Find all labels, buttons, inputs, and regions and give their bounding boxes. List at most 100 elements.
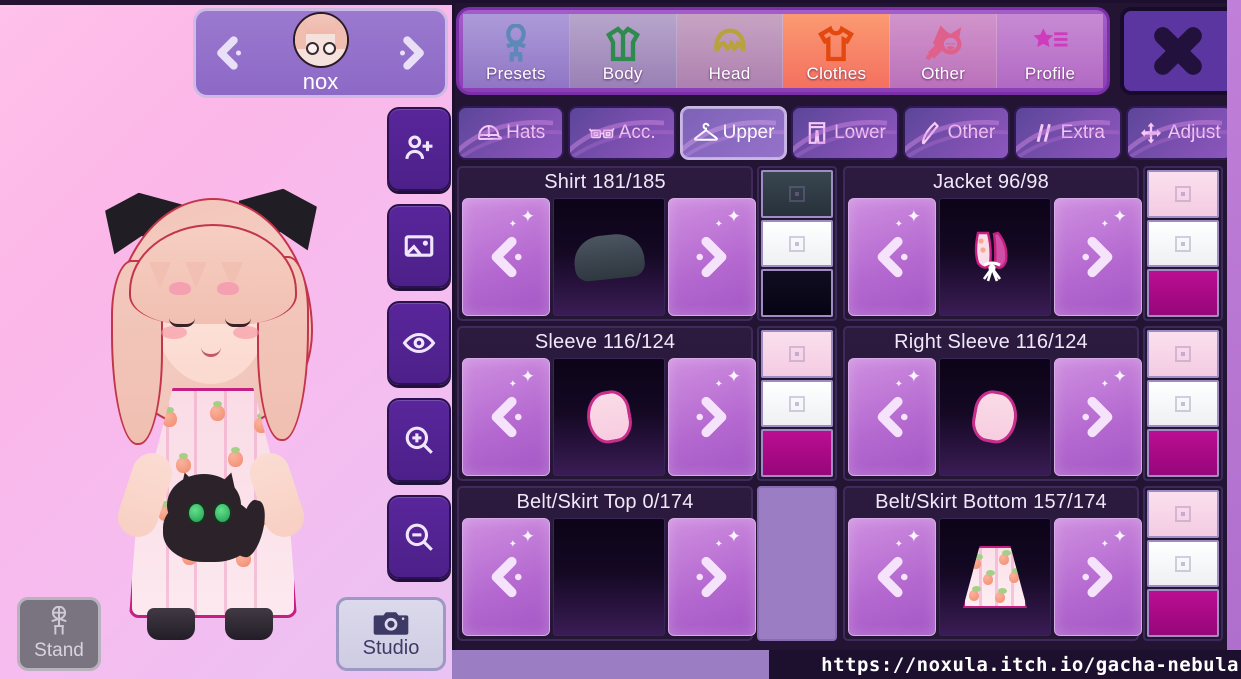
next-item-button[interactable]: ✦ ✦ [1054,198,1142,316]
arc-decoration [459,120,563,158]
stand-button[interactable]: Stand [17,597,101,671]
right-arrow-icon [1082,236,1113,278]
item-slot-row: ✦ ✦ ✦ ✦ [848,198,1142,316]
tab-other[interactable]: Other [890,14,998,88]
color-swatch[interactable] [761,219,833,268]
next-item-button[interactable]: ✦ ✦ [1054,518,1142,636]
color-swatch[interactable] [1147,379,1219,428]
tab-body[interactable]: Body [569,14,677,88]
sword-cat-icon [925,25,962,61]
tab-profile[interactable]: Profile [997,14,1103,88]
item-slot-sleeve: Sleeve 116/124 ✦ ✦ ✦ ✦ [457,326,839,481]
arc-decoration [793,120,897,158]
shoe-right [225,608,273,640]
main-tab-bar: Presets Body Head Clothes Other Profile [456,7,1110,95]
right-arrow-icon [1082,396,1113,438]
character-sprite[interactable] [85,170,345,670]
item-preview[interactable] [939,518,1051,636]
blush [161,326,187,339]
next-item-button[interactable]: ✦ ✦ [668,518,756,636]
subtab-adjust[interactable]: Adjust [1125,106,1233,160]
sub-tab-bar: Hats Acc. Upper Lower Other Extra Adjust [457,106,1233,160]
item-slot-row: ✦ ✦ ✦ ✦ [462,198,756,316]
mannequin-icon [51,606,67,635]
tab-presets-label: Presets [486,64,546,83]
color-swatch[interactable] [1147,269,1219,318]
jacket-art [974,231,1008,282]
prev-item-button[interactable]: ✦ ✦ [848,198,936,316]
color-swatch-column [1143,166,1223,321]
subtab-upper[interactable]: Upper [679,106,788,160]
item-title: Belt/Skirt Top 0/174 [516,491,694,513]
item-title: Shirt 181/185 [544,171,666,193]
item-preview-empty[interactable] [553,518,665,636]
hair-icon [713,28,746,52]
color-swatch[interactable] [1147,170,1219,218]
tab-head-label: Head [708,64,751,83]
item-grid: Shirt 181/185 ✦ ✦ ✦ ✦ Jacket 96/98 ✦ ✦ ✦… [457,166,1233,646]
close-panel-button[interactable] [1120,7,1236,95]
next-item-button[interactable]: ✦ ✦ [668,198,756,316]
person-plus-icon [405,135,433,160]
character-name: nox [302,68,339,94]
zoom-out-button[interactable] [387,495,451,579]
wardrobe-panel: Presets Body Head Clothes Other Profile … [452,0,1241,679]
prev-item-button[interactable]: ✦ ✦ [462,518,550,636]
color-swatch[interactable] [761,379,833,428]
subtab-lower[interactable]: Lower [791,106,899,160]
color-swatch[interactable] [761,170,833,218]
subtab-acc[interactable]: Acc. [568,106,676,160]
next-item-button[interactable]: ✦ ✦ [668,358,756,476]
add-character-button[interactable] [387,107,451,191]
item-preview[interactable] [939,358,1051,476]
subtab-hats[interactable]: Hats [457,106,565,160]
item-box: Belt/Skirt Top 0/174 ✦ ✦ ✦ ✦ [457,486,756,641]
color-swatch[interactable] [761,269,833,318]
color-swatch[interactable] [1147,490,1219,538]
color-swatch[interactable] [1147,589,1219,638]
color-swatch[interactable] [1147,429,1219,478]
skirt-art [963,546,1027,608]
item-preview[interactable] [553,358,665,476]
next-item-button[interactable]: ✦ ✦ [1054,358,1142,476]
magnifier-plus-icon [405,426,433,454]
background-button[interactable] [387,204,451,288]
item-box: Belt/Skirt Bottom 157/174 ✦ ✦ ✦ ✦ [843,486,1142,641]
color-swatch[interactable] [1147,539,1219,588]
item-box: Jacket 96/98 ✦ ✦ ✦ ✦ [843,166,1142,321]
color-swatch[interactable] [761,429,833,478]
shoe-left [147,608,195,640]
studio-button[interactable]: Studio [336,597,446,671]
arc-decoration [570,120,674,158]
prev-character-arrow-icon[interactable] [210,34,248,72]
shirt-art [571,231,647,283]
visibility-button[interactable] [387,301,451,385]
item-preview[interactable] [553,198,665,316]
prev-item-button[interactable]: ✦ ✦ [848,358,936,476]
item-box: Sleeve 116/124 ✦ ✦ ✦ ✦ [457,326,756,481]
color-swatch-column [757,326,837,481]
tab-presets[interactable]: Presets [463,14,570,88]
tab-clothes-label: Clothes [806,64,867,83]
subtab-extra[interactable]: Extra [1014,106,1122,160]
left-arrow-icon [491,236,522,278]
zoom-in-button[interactable] [387,398,451,482]
color-swatch[interactable] [1147,330,1219,378]
prev-item-button[interactable]: ✦ ✦ [848,518,936,636]
color-swatch-column-empty [757,486,837,641]
item-box: Right Sleeve 116/124 ✦ ✦ ✦ ✦ [843,326,1142,481]
subtab-other[interactable]: Other [902,106,1011,160]
prev-item-button[interactable]: ✦ ✦ [462,198,550,316]
item-slot-row: ✦ ✦ ✦ ✦ [462,358,756,476]
next-character-arrow-icon[interactable] [393,34,431,72]
bang-tip [149,262,171,288]
color-swatch[interactable] [1147,219,1219,268]
prev-item-button[interactable]: ✦ ✦ [462,358,550,476]
tab-head[interactable]: Head [676,14,784,88]
color-swatch[interactable] [761,330,833,378]
character-selector[interactable]: nox [193,8,448,98]
arc-decoration [681,120,786,158]
tab-clothes[interactable]: Clothes [783,14,891,88]
item-preview[interactable] [939,198,1051,316]
sleeve-art [582,387,636,447]
